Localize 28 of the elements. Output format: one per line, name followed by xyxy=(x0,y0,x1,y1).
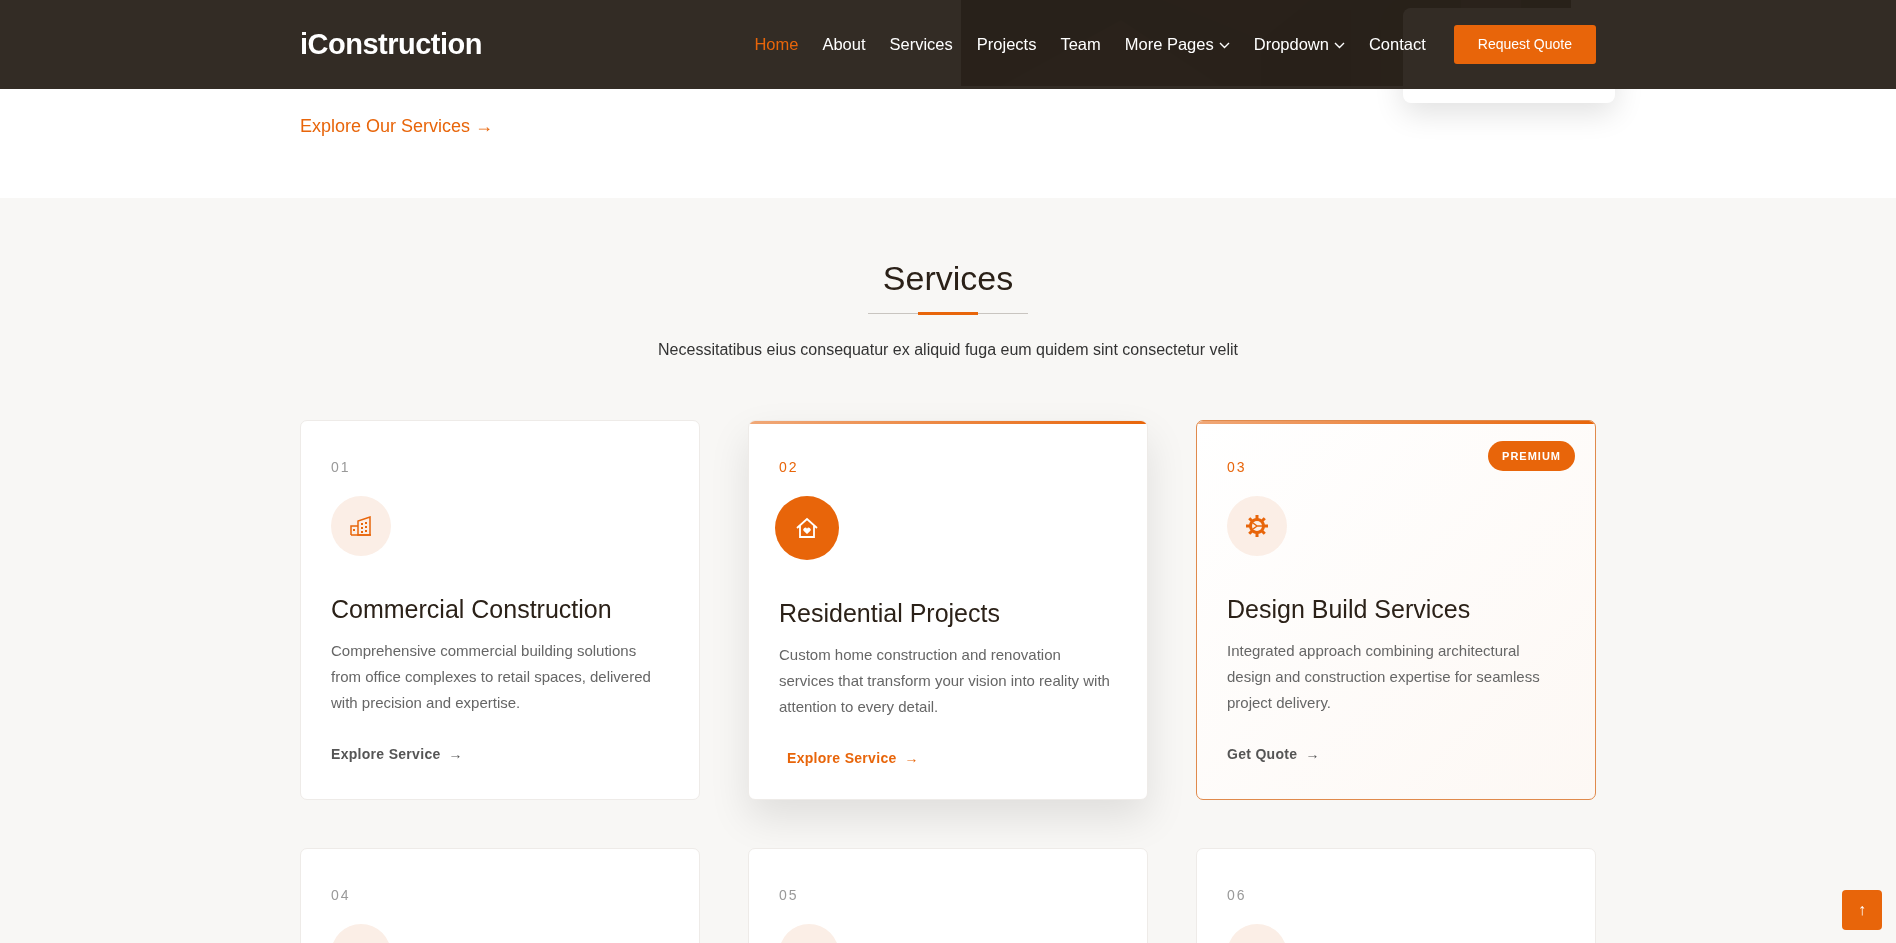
card-description: Custom home construction and renovation services that transform your vision into reality with attention to every detail. xyxy=(779,644,1111,717)
card-number: 05 xyxy=(779,885,800,905)
card-title: Commercial Construction xyxy=(331,593,613,624)
arrow-icon: → xyxy=(448,745,463,762)
arrow-icon: → xyxy=(1305,745,1320,762)
explore-service-link[interactable]: Explore Service → xyxy=(331,743,463,765)
nav-link[interactable]: Contact xyxy=(1356,32,1438,57)
get-quote-link[interactable]: Get Quote → xyxy=(1227,743,1320,765)
section-title: Services xyxy=(881,258,1015,299)
card-number: 01 xyxy=(331,457,352,477)
logo[interactable]: iConstruction xyxy=(300,22,482,67)
nav-link[interactable]: Team xyxy=(1048,32,1113,57)
nav-link[interactable]: Projects xyxy=(964,32,1049,57)
nav-dropdown[interactable]: Dropdown xyxy=(1241,32,1357,57)
nav-link[interactable]: Home xyxy=(742,32,811,57)
card-number: 02 xyxy=(779,457,800,477)
premium-badge: PREMIUM xyxy=(1488,440,1575,472)
section-subtitle: Necessitatibus eius consequatur ex aliquid fuga eum quidem sint consectetur velit xyxy=(657,339,1239,360)
card-description: Comprehensive commercial building solutions from office complexes to retail spaces, delivered with precision and expertise. xyxy=(331,640,652,713)
nav-link[interactable]: Services xyxy=(877,32,965,57)
card-number: 04 xyxy=(331,885,352,905)
nav-link[interactable]: About xyxy=(810,32,878,57)
card-number: 06 xyxy=(1227,885,1248,905)
card-title: Residential Projects xyxy=(779,597,1001,628)
arrow-icon: → xyxy=(904,749,919,766)
card-title: Design Build Services xyxy=(1227,593,1472,624)
nav-dropdown[interactable]: More Pages xyxy=(1112,32,1242,57)
card-description: Integrated approach combining architectural design and construction expertise for seamless project delivery. xyxy=(1227,640,1541,713)
